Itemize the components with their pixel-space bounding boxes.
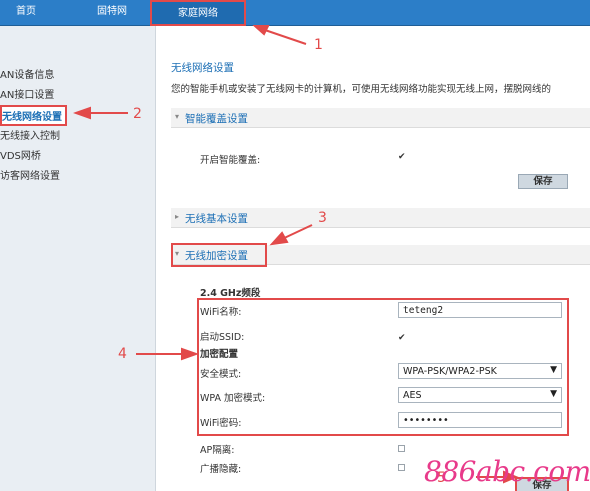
page-title: 无线网络设置	[171, 62, 234, 74]
smart-cover-save-button[interactable]: 保存	[518, 174, 568, 189]
watermark-logo: 886abc.com	[424, 455, 590, 488]
top-navigation: 首页 固特网 家庭网络	[0, 0, 590, 26]
wifi-password-input[interactable]: ••••••••	[398, 412, 562, 428]
sidebar-item-lan-device-info[interactable]: AN设备信息	[0, 66, 54, 81]
ssid-checkbox[interactable]: ✔	[398, 333, 406, 343]
wpa-mode-select[interactable]: AES ▼	[398, 387, 562, 403]
wpa-mode-value: AES	[403, 390, 422, 401]
annotation-1: 1	[314, 37, 323, 53]
broadcast-hide-label: 广播隐藏:	[200, 464, 242, 475]
wpa-mode-label: WPA 加密模式:	[200, 393, 266, 404]
basic-header-label: 无线基本设置	[185, 213, 248, 225]
band-label: 2.4 GHz频段	[200, 288, 261, 299]
smart-cover-checkbox[interactable]: ✔	[398, 152, 406, 162]
annotation-4: 4	[118, 346, 127, 362]
broadcast-hide-checkbox[interactable]	[398, 464, 405, 471]
sidebar: AN设备信息 AN接口设置 无线网络设置 无线接入控制 VDS网桥 访客网络设置	[0, 26, 156, 491]
security-mode-select[interactable]: WPA-PSK/WPA2-PSK ▼	[398, 363, 562, 379]
security-mode-label: 安全模式:	[200, 369, 242, 380]
wifi-name-label: WiFi名称:	[200, 307, 242, 318]
ssid-label: 启动SSID:	[200, 332, 245, 343]
dropdown-caret-icon: ▼	[550, 389, 557, 399]
sidebar-item-lan-interface[interactable]: AN接口设置	[0, 86, 54, 101]
page-description: 您的智能手机或安装了无线网卡的计算机，可使用无线网络功能实现无线上网，摆脱网线的	[171, 84, 552, 95]
tab-fiber-network[interactable]: 固特网	[90, 0, 134, 26]
smart-cover-header-label: 智能覆盖设置	[185, 113, 248, 125]
encrypt-config-label: 加密配置	[200, 349, 239, 360]
ap-isolation-checkbox[interactable]	[398, 445, 405, 452]
smart-cover-section-header[interactable]: ▾ 智能覆盖设置	[171, 108, 590, 128]
tab-home-network[interactable]: 家庭网络	[150, 0, 246, 26]
dropdown-caret-icon: ▼	[550, 365, 557, 375]
wifi-password-label: WiFi密码:	[200, 418, 242, 429]
main-content: 无线网络设置 您的智能手机或安装了无线网卡的计算机，可使用无线网络功能实现无线上…	[157, 26, 590, 491]
tab-home[interactable]: 首页	[6, 0, 46, 26]
annotation-2: 2	[133, 106, 142, 122]
sidebar-item-guest-network[interactable]: 访客网络设置	[0, 167, 60, 182]
basic-section-header[interactable]: ▸ 无线基本设置	[171, 208, 590, 228]
wifi-name-input[interactable]: teteng2	[398, 302, 562, 318]
ap-isolation-label: AP隔离:	[200, 445, 235, 456]
expand-arrow-icon: ▸	[175, 212, 180, 221]
security-header-highlight	[171, 243, 267, 267]
collapse-arrow-icon: ▾	[175, 112, 180, 121]
sidebar-item-wds-bridge[interactable]: VDS网桥	[0, 147, 41, 162]
security-mode-value: WPA-PSK/WPA2-PSK	[403, 366, 497, 377]
annotation-3: 3	[318, 210, 327, 226]
sidebar-item-wireless-access-control[interactable]: 无线接入控制	[0, 127, 60, 142]
smart-cover-enable-label: 开启智能覆盖:	[200, 155, 261, 166]
sidebar-item-wireless-settings[interactable]: 无线网络设置	[0, 105, 67, 126]
